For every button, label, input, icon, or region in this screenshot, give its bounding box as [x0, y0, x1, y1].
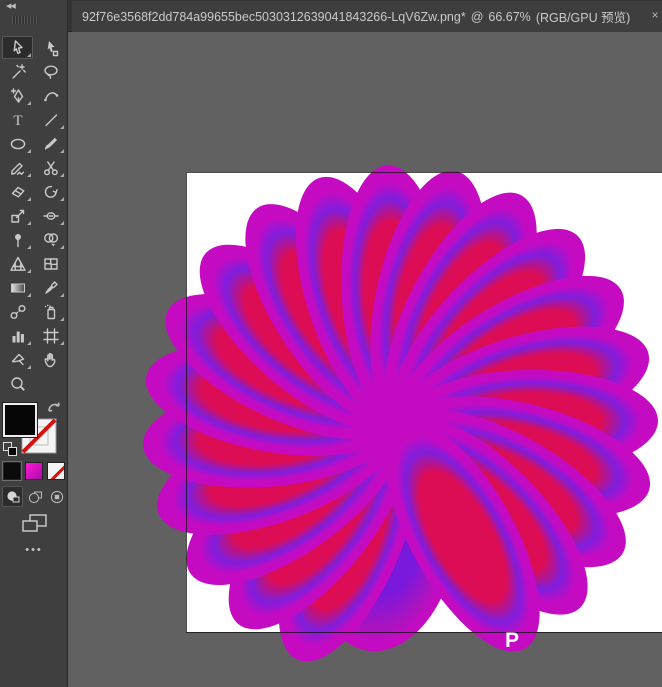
- paintbrush-icon: [42, 135, 60, 153]
- slice-tool[interactable]: [2, 348, 33, 371]
- color-buttons: [0, 462, 68, 484]
- type-icon: T: [9, 111, 27, 129]
- default-fill-stroke-icon[interactable]: [3, 442, 19, 458]
- gradient-icon: [9, 279, 27, 297]
- eraser-tool[interactable]: [2, 180, 33, 203]
- shaper-icon: [9, 159, 27, 177]
- scale-icon: [9, 207, 27, 225]
- curvature-tool[interactable]: [35, 84, 66, 107]
- draw-inside-icon: [49, 489, 65, 505]
- pen-icon: [9, 87, 27, 105]
- curvature-icon: [42, 87, 60, 105]
- panel-drag-grip[interactable]: [12, 16, 38, 24]
- swap-fill-stroke-icon[interactable]: [46, 400, 62, 419]
- fill-swatch[interactable]: [3, 403, 37, 437]
- paintbrush-tool[interactable]: [35, 132, 66, 155]
- title-separator: @: [471, 10, 484, 24]
- zoom-tool-tool[interactable]: [2, 372, 33, 395]
- lasso-tool[interactable]: [35, 60, 66, 83]
- slice-icon: [9, 351, 27, 369]
- selection-icon: [9, 39, 27, 57]
- scissors-tool[interactable]: [35, 156, 66, 179]
- eyedropper-icon: [42, 279, 60, 297]
- mesh-icon: [42, 255, 60, 273]
- magic-wand-tool[interactable]: [2, 60, 33, 83]
- selection-tool[interactable]: [2, 36, 33, 59]
- column-graph-icon: [9, 327, 27, 345]
- draw-behind-icon: [27, 489, 43, 505]
- document-canvas[interactable]: P: [68, 32, 662, 687]
- column-graph-tool[interactable]: [2, 324, 33, 347]
- symbol-sprayer-icon: [42, 303, 60, 321]
- collapse-panel-icon[interactable]: ◀◀: [6, 2, 15, 10]
- hand-icon: [42, 351, 60, 369]
- draw-behind-button[interactable]: [24, 486, 45, 507]
- none-button[interactable]: [47, 462, 65, 480]
- perspective-grid-tool[interactable]: [2, 252, 33, 275]
- mesh-tool[interactable]: [35, 252, 66, 275]
- direct-selection-icon: [42, 39, 60, 57]
- rotate-icon: [42, 183, 60, 201]
- direct-selection-tool[interactable]: [35, 36, 66, 59]
- color-mode: (RGB/GPU 预览): [536, 7, 630, 26]
- gradient-tool[interactable]: [2, 276, 33, 299]
- edit-toolbar-ellipsis[interactable]: •••: [0, 544, 68, 556]
- pen-tool[interactable]: [2, 84, 33, 107]
- shape-builder-tool[interactable]: [35, 228, 66, 251]
- line-segment-tool[interactable]: [35, 108, 66, 131]
- screen-mode-button[interactable]: [19, 512, 49, 536]
- width-tool[interactable]: [35, 204, 66, 227]
- rotate-tool[interactable]: [35, 180, 66, 203]
- color-button[interactable]: [3, 462, 21, 480]
- drawing-mode-buttons: [2, 486, 68, 508]
- shaper-tool[interactable]: [2, 156, 33, 179]
- line-segment-icon: [42, 111, 60, 129]
- gradient-button[interactable]: [25, 462, 43, 480]
- artboard-icon: [42, 327, 60, 345]
- zoom-tool-icon: [9, 375, 27, 393]
- ellipse-icon: [9, 135, 27, 153]
- eraser-icon: [9, 183, 27, 201]
- tool-grid: T: [1, 36, 67, 396]
- artboard-tool[interactable]: [35, 324, 66, 347]
- blend-tool[interactable]: [2, 300, 33, 323]
- puppet-warp-icon: [9, 231, 27, 249]
- draw-normal-button[interactable]: [2, 486, 23, 507]
- illustrator-window: 92f76e3568f2dd784a99655bec50303126390418…: [0, 0, 662, 687]
- ellipse-tool[interactable]: [2, 132, 33, 155]
- fill-stroke-controls: •••: [0, 398, 68, 687]
- symbol-sprayer-tool[interactable]: [35, 300, 66, 323]
- zoom-level: 66.67%: [488, 10, 530, 24]
- document-tab-bar: 92f76e3568f2dd784a99655bec50303126390418…: [68, 0, 662, 32]
- shape-builder-icon: [42, 231, 60, 249]
- type-tool[interactable]: T: [2, 108, 33, 131]
- eyedropper-tool[interactable]: [35, 276, 66, 299]
- magic-wand-icon: [9, 63, 27, 81]
- draw-inside-button[interactable]: [46, 486, 67, 507]
- document-title: 92f76e3568f2dd784a99655bec50303126390418…: [82, 10, 466, 24]
- puppet-warp-tool[interactable]: [2, 228, 33, 251]
- perspective-grid-icon: [9, 255, 27, 273]
- tab-close-button[interactable]: ×: [649, 8, 661, 22]
- width-icon: [42, 207, 60, 225]
- document-tab[interactable]: 92f76e3568f2dd784a99655bec50303126390418…: [72, 1, 662, 32]
- blend-icon: [9, 303, 27, 321]
- tools-panel: ◀◀ T: [0, 0, 68, 687]
- draw-normal-icon: [5, 489, 21, 505]
- scissors-icon: [42, 159, 60, 177]
- svg-text:T: T: [13, 113, 22, 129]
- hand-tool[interactable]: [35, 348, 66, 371]
- scale-tool[interactable]: [2, 204, 33, 227]
- watermark-letter: P: [505, 629, 519, 652]
- lasso-icon: [42, 63, 60, 81]
